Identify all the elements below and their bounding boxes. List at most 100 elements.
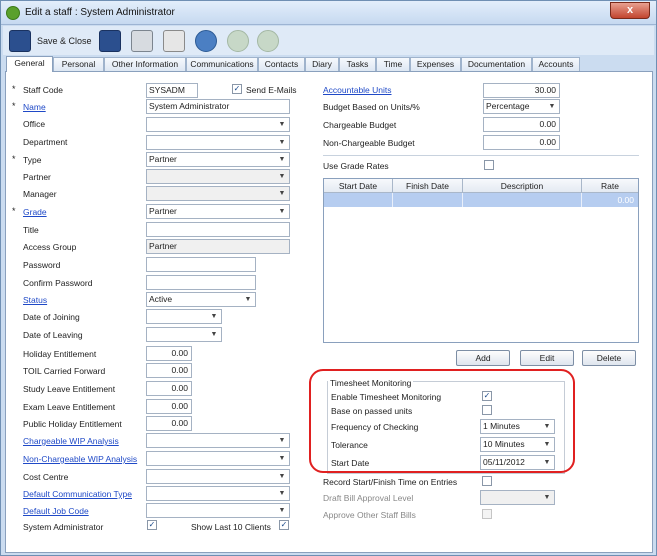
show-last-clients-checkbox[interactable]: ✓	[279, 520, 289, 530]
close-button[interactable]: x	[610, 2, 650, 19]
date-leaving-picker[interactable]: ▼	[146, 327, 222, 342]
chevron-down-icon: ▼	[210, 331, 218, 338]
manager-select: ▼	[146, 186, 290, 201]
record-start-finish-label: Record Start/Finish Time on Entries	[323, 477, 458, 487]
table-row[interactable]: 0.00	[324, 193, 638, 207]
tab-tasks[interactable]: Tasks	[339, 57, 376, 71]
default-job-code-select[interactable]: ▼	[146, 503, 290, 518]
date-joining-label: Date of Joining	[23, 312, 80, 322]
add-button[interactable]: Add	[456, 350, 510, 366]
show-last-clients-label: Show Last 10 Clients	[191, 522, 271, 532]
tab-diary[interactable]: Diary	[305, 57, 339, 71]
grid-header-rate[interactable]: Rate	[582, 179, 638, 193]
staff-code-input[interactable]: SYSADM	[146, 83, 198, 98]
office-select[interactable]: ▼	[146, 117, 290, 132]
budget-based-value: Percentage	[486, 101, 530, 111]
name-input[interactable]: System Administrator	[146, 99, 290, 114]
next-record-button[interactable]	[257, 28, 279, 53]
chevron-down-icon: ▼	[210, 313, 218, 320]
tab-accounts[interactable]: Accounts	[532, 57, 580, 71]
nonchargeable-wip-select[interactable]: ▼	[146, 451, 290, 466]
exam-leave-input[interactable]: 0.00	[146, 399, 192, 414]
study-leave-input[interactable]: 0.00	[146, 381, 192, 396]
type-value: Partner	[149, 154, 177, 164]
chevron-down-icon: ▼	[548, 103, 556, 110]
nonchargeable-wip-link[interactable]: Non-Chargeable WIP Analysis	[23, 454, 137, 464]
tab-general[interactable]: General	[6, 56, 53, 72]
save-close-label: Save & Close	[37, 35, 92, 46]
nonchargeable-budget-input[interactable]: 0.00	[483, 135, 560, 150]
system-admin-label: System Administrator	[23, 522, 104, 532]
print-button[interactable]	[131, 28, 153, 53]
tab-personal[interactable]: Personal	[53, 57, 104, 71]
add-contact-button[interactable]	[195, 28, 217, 53]
chevron-down-icon: ▼	[278, 156, 286, 163]
budget-based-select[interactable]: Percentage ▼	[483, 99, 560, 114]
email-button[interactable]	[163, 28, 185, 53]
study-leave-label: Study Leave Entitlement	[23, 384, 116, 394]
use-grade-rates-checkbox[interactable]	[484, 160, 494, 170]
title-input[interactable]	[146, 222, 290, 237]
tab-time[interactable]: Time	[376, 57, 410, 71]
cell-finish-date[interactable]	[393, 193, 463, 207]
save-close-button[interactable]: Save & Close	[9, 28, 92, 53]
default-job-code-link[interactable]: Default Job Code	[23, 506, 89, 516]
accountable-units-input[interactable]: 30.00	[483, 83, 560, 98]
chargeable-budget-input[interactable]: 0.00	[483, 117, 560, 132]
confirm-password-label: Confirm Password	[23, 278, 93, 288]
edit-staff-window: Edit a staff : System Administrator x Sa…	[0, 0, 657, 556]
chargeable-wip-link[interactable]: Chargeable WIP Analysis	[23, 436, 119, 446]
type-select[interactable]: Partner ▼	[146, 152, 290, 167]
accountable-units-link[interactable]: Accountable Units	[323, 85, 392, 95]
exam-leave-label: Exam Leave Entitlement	[23, 402, 116, 412]
chargeable-wip-select[interactable]: ▼	[146, 433, 290, 448]
access-group-field: Partner	[146, 239, 290, 254]
tab-communications[interactable]: Communications	[186, 57, 258, 71]
edit-button[interactable]: Edit	[520, 350, 574, 366]
date-joining-picker[interactable]: ▼	[146, 309, 222, 324]
partner-select: ▼	[146, 169, 290, 184]
app-icon	[6, 6, 20, 20]
grid-header-description[interactable]: Description	[463, 179, 582, 193]
arrow-down-icon	[257, 29, 279, 52]
status-select[interactable]: Active ▼	[146, 292, 256, 307]
default-comm-type-link[interactable]: Default Communication Type	[23, 489, 132, 499]
cell-rate[interactable]: 0.00	[582, 193, 638, 207]
send-emails-checkbox[interactable]: ✓	[232, 84, 242, 94]
save-new-button[interactable]	[99, 28, 121, 53]
grade-link[interactable]: Grade	[23, 207, 47, 217]
previous-record-button[interactable]	[227, 28, 249, 53]
toil-input[interactable]: 0.00	[146, 363, 192, 378]
tab-other-information[interactable]: Other Information	[104, 57, 186, 71]
department-select[interactable]: ▼	[146, 135, 290, 150]
grid-header-start-date[interactable]: Start Date	[324, 179, 393, 193]
type-label: Type	[23, 155, 42, 165]
tab-expenses[interactable]: Expenses	[410, 57, 461, 71]
cost-centre-select[interactable]: ▼	[146, 469, 290, 484]
default-comm-type-select[interactable]: ▼	[146, 486, 290, 501]
system-admin-checkbox[interactable]: ✓	[147, 520, 157, 530]
grid-header-finish-date[interactable]: Finish Date	[393, 179, 463, 193]
name-link[interactable]: Name	[23, 102, 46, 112]
record-start-finish-checkbox[interactable]	[482, 476, 492, 486]
divider	[323, 155, 639, 156]
nonchargeable-budget-label: Non-Chargeable Budget	[323, 138, 415, 148]
cell-description[interactable]	[463, 193, 582, 207]
cell-start-date[interactable]	[324, 193, 393, 207]
password-input[interactable]	[146, 257, 256, 272]
chevron-down-icon: ▼	[278, 190, 286, 197]
toil-label: TOIL Carried Forward	[23, 366, 106, 376]
grade-select[interactable]: Partner ▼	[146, 204, 290, 219]
delete-button[interactable]: Delete	[582, 350, 636, 366]
confirm-password-input[interactable]	[146, 275, 256, 290]
grade-value: Partner	[149, 206, 177, 216]
holiday-entitlement-input[interactable]: 0.00	[146, 346, 192, 361]
tab-contacts[interactable]: Contacts	[258, 57, 305, 71]
public-holiday-input[interactable]: 0.00	[146, 416, 192, 431]
status-link[interactable]: Status	[23, 295, 47, 305]
arrow-up-icon	[227, 29, 249, 52]
staff-code-label: Staff Code	[23, 85, 64, 95]
draft-bill-level-label: Draft Bill Approval Level	[323, 493, 414, 503]
tab-documentation[interactable]: Documentation	[461, 57, 532, 71]
send-emails-label: Send E-Mails	[246, 85, 297, 95]
